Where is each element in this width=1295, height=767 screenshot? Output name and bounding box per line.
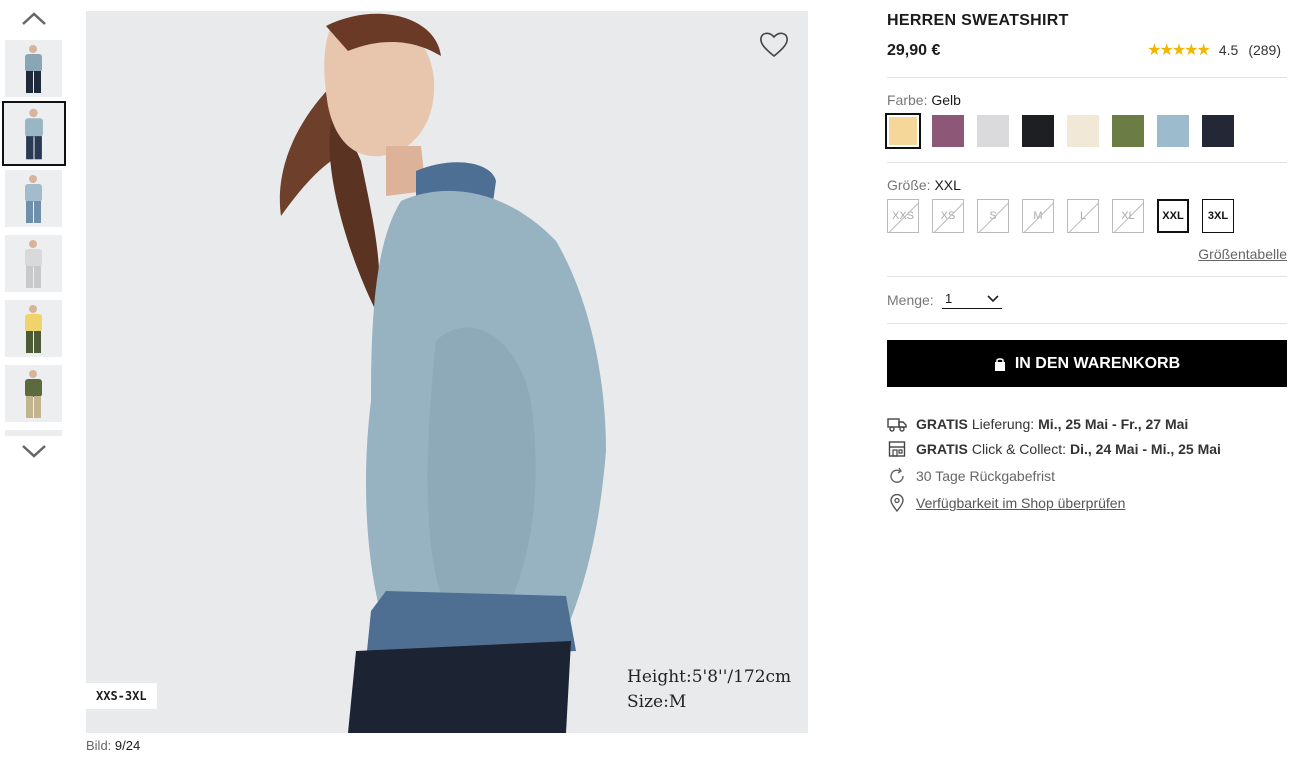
thumbnail-5[interactable] bbox=[5, 300, 62, 357]
color-swatch-7[interactable] bbox=[1157, 115, 1189, 147]
shopping-bag-icon bbox=[994, 357, 1005, 371]
size-option-xxl[interactable]: XXL bbox=[1157, 199, 1189, 233]
color-swatch-8[interactable] bbox=[1202, 115, 1234, 147]
model-size: Size:M bbox=[627, 692, 687, 712]
chevron-up-icon[interactable] bbox=[18, 8, 50, 28]
truck-icon bbox=[887, 415, 907, 433]
size-option-xl[interactable]: XL bbox=[1112, 199, 1144, 233]
divider bbox=[887, 323, 1287, 324]
thumbnail-rail bbox=[0, 0, 70, 470]
color-swatch-1[interactable] bbox=[885, 113, 921, 149]
thumbnail-2[interactable] bbox=[2, 101, 66, 166]
returns-info: 30 Tage Rückgabefrist bbox=[887, 467, 1055, 485]
size-label: Größe: XXL bbox=[887, 177, 961, 193]
delivery-text: Lieferung: bbox=[971, 416, 1035, 432]
add-to-cart-label: IN DEN WARENKORB bbox=[1014, 354, 1181, 372]
main-product-image[interactable]: XXS-3XL Height:5'8''/172cm Size:M bbox=[86, 11, 808, 733]
thumbnail-4[interactable] bbox=[5, 235, 62, 292]
quantity-value: 1 bbox=[945, 291, 953, 306]
delivery-dates: Mi., 25 Mai - Fr., 27 Mai bbox=[1038, 416, 1189, 432]
image-counter-label: Bild: bbox=[86, 738, 112, 753]
color-swatch-5[interactable] bbox=[1067, 115, 1099, 147]
collect-text: Click & Collect: bbox=[971, 441, 1066, 457]
thumbnail-3[interactable] bbox=[5, 170, 62, 227]
click-collect-info: GRATIS Click & Collect: Di., 24 Mai - Mi… bbox=[887, 440, 1225, 458]
divider bbox=[887, 162, 1287, 163]
store-icon bbox=[887, 440, 907, 458]
divider bbox=[887, 77, 1287, 78]
product-page: XXS-3XL Height:5'8''/172cm Size:M Bild: … bbox=[0, 0, 1295, 767]
thumbnail-1[interactable] bbox=[5, 40, 62, 97]
collect-dates: Di., 24 Mai - Mi., 25 Mai bbox=[1070, 441, 1221, 457]
thumbnail-6[interactable] bbox=[5, 365, 62, 422]
model-height: Height:5'8''/172cm bbox=[627, 667, 792, 687]
model-info: Height:5'8''/172cm Size:M bbox=[627, 665, 791, 715]
model-photo bbox=[86, 11, 808, 733]
divider bbox=[887, 276, 1287, 277]
product-rating[interactable]: ★★★★★ 4.5 (289) bbox=[1147, 40, 1281, 60]
selected-size: XXL bbox=[934, 177, 961, 193]
size-option-xs[interactable]: XS bbox=[932, 199, 964, 233]
heart-icon[interactable] bbox=[758, 29, 790, 59]
rating-count: (289) bbox=[1248, 42, 1281, 58]
product-title: HERREN SWEATSHIRT bbox=[887, 12, 1069, 29]
color-swatch-2[interactable] bbox=[932, 115, 964, 147]
chevron-down-icon[interactable] bbox=[18, 442, 50, 462]
quantity-select[interactable]: 1 bbox=[942, 291, 1002, 309]
returns-text: 30 Tage Rückgabefrist bbox=[916, 468, 1056, 484]
size-options: XXS XS S M L XL XXL 3XL bbox=[887, 199, 1234, 233]
selected-color: Gelb bbox=[931, 92, 961, 108]
product-price: 29,90 € bbox=[887, 42, 941, 59]
location-pin-icon bbox=[887, 494, 907, 512]
size-option-s[interactable]: S bbox=[977, 199, 1009, 233]
size-label-text: Größe: bbox=[887, 177, 931, 193]
add-to-cart-button[interactable]: IN DEN WARENKORB bbox=[887, 340, 1287, 387]
image-counter: Bild: 9/24 bbox=[86, 738, 140, 753]
rating-value: 4.5 bbox=[1218, 42, 1239, 58]
check-store-availability-link[interactable]: Verfügbarkeit im Shop überprüfen bbox=[916, 495, 1125, 511]
color-swatches bbox=[885, 113, 1234, 149]
delivery-gratis: GRATIS bbox=[916, 416, 968, 432]
color-label-text: Farbe: bbox=[887, 92, 928, 108]
image-counter-value: 9/24 bbox=[114, 738, 141, 753]
size-option-3xl[interactable]: 3XL bbox=[1202, 199, 1234, 233]
store-availability: Verfügbarkeit im Shop überprüfen bbox=[887, 494, 1125, 512]
rating-stars-icon: ★★★★★ bbox=[1147, 42, 1211, 59]
thumbnail-partial[interactable] bbox=[5, 430, 62, 436]
size-option-xxs[interactable]: XXS bbox=[887, 199, 919, 233]
quantity-label: Menge: bbox=[887, 292, 934, 308]
collect-gratis: GRATIS bbox=[916, 441, 968, 457]
size-chart-link[interactable]: Größentabelle bbox=[1198, 246, 1287, 262]
color-swatch-6[interactable] bbox=[1112, 115, 1144, 147]
size-range-tag: XXS-3XL bbox=[86, 683, 157, 709]
color-swatch-4[interactable] bbox=[1022, 115, 1054, 147]
color-swatch-3[interactable] bbox=[977, 115, 1009, 147]
refresh-icon bbox=[887, 467, 907, 485]
chevron-down-icon bbox=[987, 294, 999, 302]
size-option-m[interactable]: M bbox=[1022, 199, 1054, 233]
size-option-l[interactable]: L bbox=[1067, 199, 1099, 233]
color-label: Farbe: Gelb bbox=[887, 92, 961, 108]
delivery-info: GRATIS Lieferung: Mi., 25 Mai - Fr., 27 … bbox=[887, 415, 1192, 433]
